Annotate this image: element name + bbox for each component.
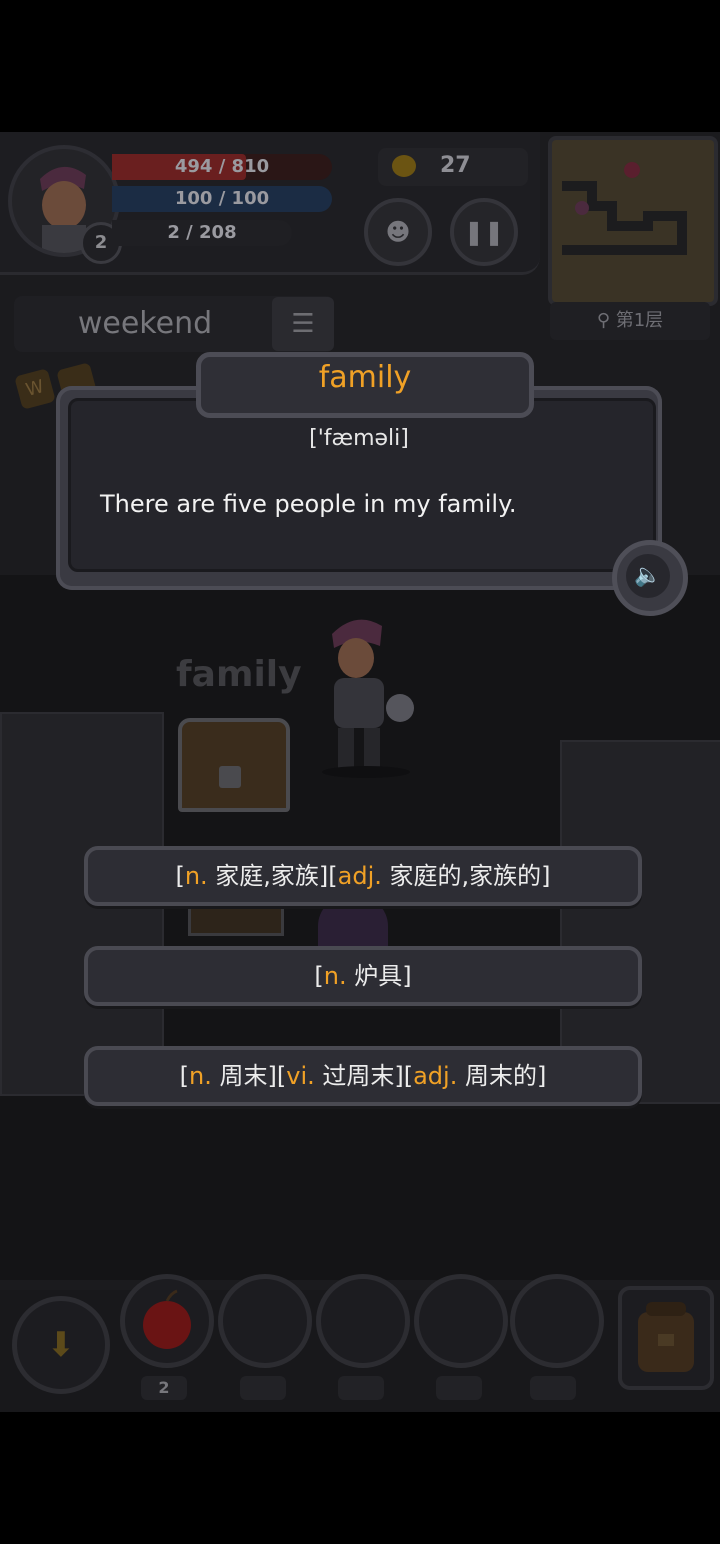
word-list-button[interactable]: ☰ — [272, 297, 334, 351]
definition-text: 过周末][ — [314, 1062, 414, 1090]
current-word-text: weekend — [77, 306, 213, 341]
part-of-speech-label: adj. — [337, 862, 382, 890]
list-icon: ☰ — [291, 309, 315, 339]
backpack-button[interactable] — [618, 1286, 714, 1390]
apple-icon — [143, 1289, 191, 1349]
hero-character — [312, 612, 420, 780]
backpack-icon — [638, 1302, 694, 1372]
example-sentence: There are five people in my family. — [100, 490, 517, 518]
mp-bar: 100 / 100 — [112, 186, 332, 212]
part-of-speech-label: vi. — [286, 1062, 315, 1090]
descend-button[interactable]: ⬇ — [12, 1296, 110, 1394]
slot-1-count: 2 — [141, 1376, 187, 1400]
exp-bar: 2 / 208 — [112, 220, 292, 246]
answer-option-2[interactable]: [n. 炉具] — [84, 946, 642, 1006]
floor-label-text: 第1层 — [615, 310, 664, 331]
floor-indicator[interactable]: ⚲ 第1层 — [550, 302, 710, 340]
hp-text: 494 / 810 — [174, 156, 270, 177]
gold-coin-icon — [392, 155, 416, 177]
slot-5-count — [530, 1376, 576, 1400]
definition-text: 家庭的,家族的] — [381, 862, 551, 890]
slot-4-count — [436, 1376, 482, 1400]
demon-face-icon: ☻ — [385, 218, 411, 246]
treasure-chest[interactable] — [178, 718, 290, 812]
word-card-title: family — [318, 360, 412, 395]
pause-button[interactable]: ❚❚ — [450, 198, 518, 266]
word-card-body — [68, 398, 656, 572]
hero-sprite — [322, 619, 414, 778]
part-of-speech-label: n. — [189, 1062, 212, 1090]
inventory-slot-3[interactable] — [316, 1274, 410, 1368]
pause-icon: ❚❚ — [463, 218, 505, 246]
inventory-slot-5[interactable] — [510, 1274, 604, 1368]
floating-word: family — [176, 654, 302, 695]
definition-text: [ — [175, 862, 185, 890]
answer-option-3[interactable]: [n. 周末][vi. 过周末][adj. 周末的] — [84, 1046, 642, 1106]
definition-text: 炉具] — [346, 962, 412, 990]
minimap[interactable] — [548, 136, 718, 306]
slot-3-count — [338, 1376, 384, 1400]
minimap-paths — [562, 162, 687, 255]
exp-text: 2 / 208 — [167, 222, 237, 243]
part-of-speech-label: n. — [323, 962, 347, 990]
inventory-slot-4[interactable] — [414, 1274, 508, 1368]
hp-bar: 494 / 810 — [112, 154, 332, 180]
word-phonetic: ['fæməli] — [309, 426, 409, 451]
arrow-down-icon: ⬇ — [46, 1325, 76, 1365]
part-of-speech-label: n. — [184, 862, 208, 890]
mp-text: 100 / 100 — [174, 188, 270, 209]
definition-text: [ — [314, 962, 324, 990]
speaker-icon[interactable]: 🔈 — [626, 554, 670, 598]
pet-button[interactable]: ☻ — [364, 198, 432, 266]
definition-text: 家庭,家族][ — [207, 862, 338, 890]
gold-amount: 27 — [440, 153, 471, 178]
chest-lock-icon — [219, 766, 241, 788]
definition-text: 周末的] — [457, 1062, 547, 1090]
definition-text: [ — [179, 1062, 190, 1090]
answer-option-1[interactable]: [n. 家庭,家族][adj. 家庭的,家族的] — [84, 846, 642, 906]
part-of-speech-label: adj. — [413, 1062, 458, 1090]
slot-2-count — [240, 1376, 286, 1400]
inventory-slot-1[interactable] — [120, 1274, 214, 1368]
inventory-slot-2[interactable] — [218, 1274, 312, 1368]
definition-text: 周末][ — [211, 1062, 287, 1090]
magnifier-icon: ⚲ — [596, 310, 616, 331]
